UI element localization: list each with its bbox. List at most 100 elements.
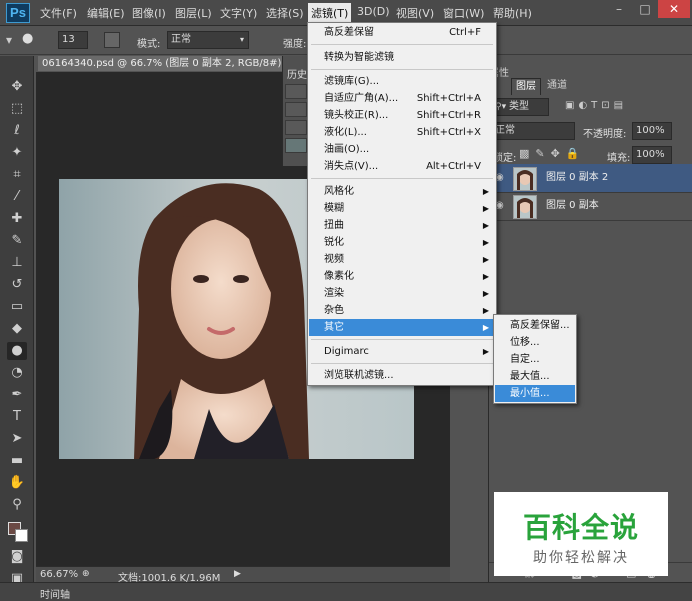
dodge-tool-icon[interactable]: ◔ xyxy=(7,364,27,382)
menu-item-label: 像素化 xyxy=(324,271,354,282)
brush-panel-icon[interactable] xyxy=(104,32,120,48)
menu-item-blur[interactable]: 模糊 ▶ xyxy=(309,200,495,217)
blur-tool-icon[interactable]: ● xyxy=(7,342,27,360)
maximize-icon[interactable]: □ xyxy=(632,0,658,18)
document-tab[interactable]: 06164340.psd @ 66.7% (图层 0 副本 2, RGB/8#)… xyxy=(38,56,282,71)
menu-help[interactable]: 帮助(H) xyxy=(493,5,532,21)
menu-item-liquify[interactable]: 液化(L)... Shift+Ctrl+X xyxy=(309,124,495,141)
menu-layer[interactable]: 图层(L) xyxy=(175,5,212,21)
tab-channels[interactable]: 通道 xyxy=(543,78,571,94)
layer-kind-filter[interactable]: ⚲▾ 类型 xyxy=(491,98,549,116)
lasso-tool-icon[interactable]: ℓ xyxy=(7,122,27,140)
move-tool-icon[interactable]: ✥ xyxy=(7,78,27,96)
menu-file[interactable]: 文件(F) xyxy=(40,5,77,21)
menu-view[interactable]: 视图(V) xyxy=(396,5,434,21)
paint-bucket-icon[interactable]: ◆ xyxy=(7,320,27,338)
menu-item-digimarc[interactable]: Digimarc ▶ xyxy=(309,343,495,360)
layer-filter-icons[interactable]: ▣◐T⊡▤ xyxy=(565,100,627,111)
menu-edit[interactable]: 编辑(E) xyxy=(87,5,125,21)
minimize-icon[interactable]: – xyxy=(606,0,632,18)
menu-item-oil-paint[interactable]: 油画(O)... xyxy=(309,141,495,158)
fill-input[interactable]: 100% xyxy=(632,146,672,164)
history-item[interactable] xyxy=(285,138,307,153)
submenu-item-high-pass[interactable]: 高反差保留... xyxy=(495,317,575,334)
menu-select[interactable]: 选择(S) xyxy=(266,5,304,21)
opacity-label: 不透明度: xyxy=(583,129,627,140)
menu-item-lens-correction[interactable]: 镜头校正(R)... Shift+Ctrl+R xyxy=(309,107,495,124)
zoom-level[interactable]: 66.67% xyxy=(40,569,78,580)
pen-tool-icon[interactable]: ✒ xyxy=(7,386,27,404)
hand-tool-icon[interactable]: ✋ xyxy=(7,474,27,492)
arrow-right-icon[interactable]: ▶ xyxy=(234,569,241,579)
timeline-label[interactable]: 时间轴 xyxy=(40,586,70,601)
status-menu-icon[interactable]: ⊕ xyxy=(82,569,90,579)
marquee-tool-icon[interactable]: ⬚ xyxy=(7,100,27,118)
tool-preset-icon[interactable]: ▾ xyxy=(6,33,20,47)
menu-shortcut: Shift+Ctrl+X xyxy=(416,127,481,138)
submenu-arrow-icon: ▶ xyxy=(482,221,489,230)
magic-wand-icon[interactable]: ✦ xyxy=(7,144,27,162)
eraser-tool-icon[interactable]: ▭ xyxy=(7,298,27,316)
menu-image[interactable]: 图像(I) xyxy=(132,5,166,21)
menu-item-vanishing-point[interactable]: 消失点(V)... Alt+Ctrl+V xyxy=(309,158,495,175)
layer-thumbnail xyxy=(513,195,537,219)
history-brush-icon[interactable]: ↺ xyxy=(7,276,27,294)
zoom-tool-icon[interactable]: ⚲ xyxy=(7,496,27,514)
menu-item-label: 视频 xyxy=(324,254,344,265)
mode-select[interactable]: 正常 ▾ xyxy=(167,31,249,49)
menu-item-noise[interactable]: 杂色 ▶ xyxy=(309,302,495,319)
mode-value: 正常 xyxy=(171,34,191,45)
menu-item-other[interactable]: 其它 ▶ xyxy=(309,319,495,336)
blend-mode-select[interactable]: 正常 xyxy=(491,122,575,140)
rectangle-tool-icon[interactable]: ▬ xyxy=(7,452,27,470)
layer-row[interactable]: ◉ 图层 0 副本 xyxy=(489,192,692,221)
submenu-arrow-icon: ▶ xyxy=(482,187,489,196)
history-item[interactable] xyxy=(285,120,307,135)
menu-item-last-filter[interactable]: 高反差保留 Ctrl+F xyxy=(309,24,495,41)
submenu-item-maximum[interactable]: 最大值... xyxy=(495,368,575,385)
menu-item-label: 锐化 xyxy=(324,237,344,248)
kind-label: 类型 xyxy=(508,101,529,112)
close-icon[interactable]: ✕ xyxy=(658,0,690,18)
menu-item-adaptive-wide-angle[interactable]: 自适应广角(A)... Shift+Ctrl+A xyxy=(309,90,495,107)
history-item[interactable] xyxy=(285,102,307,117)
type-tool-icon[interactable]: T xyxy=(7,408,27,426)
path-selection-icon[interactable]: ➤ xyxy=(7,430,27,448)
submenu-arrow-icon: ▶ xyxy=(482,323,489,332)
menu-type[interactable]: 文字(Y) xyxy=(220,5,257,21)
tab-layers[interactable]: 图层 xyxy=(511,78,541,95)
menu-item-render[interactable]: 渲染 ▶ xyxy=(309,285,495,302)
menu-3d[interactable]: 3D(D) xyxy=(357,5,390,18)
menu-separator xyxy=(311,363,493,364)
background-color-swatch[interactable] xyxy=(15,529,28,542)
healing-brush-icon[interactable]: ✚ xyxy=(7,210,27,228)
menu-filter[interactable]: 滤镜(T) xyxy=(308,3,352,23)
menu-item-stylize[interactable]: 风格化 ▶ xyxy=(309,183,495,200)
history-tab[interactable]: 历史 xyxy=(287,66,307,81)
menu-separator xyxy=(311,339,493,340)
menu-item-sharpen[interactable]: 锐化 ▶ xyxy=(309,234,495,251)
brush-size-picker[interactable]: 13 xyxy=(58,31,88,49)
filter-menu: 高反差保留 Ctrl+F 转换为智能滤镜 滤镜库(G)... 自适应广角(A)..… xyxy=(307,22,497,386)
menu-item-video[interactable]: 视频 ▶ xyxy=(309,251,495,268)
menu-item-convert-smart[interactable]: 转换为智能滤镜 xyxy=(309,49,495,66)
submenu-item-minimum[interactable]: 最小值... xyxy=(495,385,575,402)
lock-icons[interactable]: ▩✎✥🔒 xyxy=(519,147,586,160)
submenu-item-custom[interactable]: 自定... xyxy=(495,351,575,368)
crop-tool-icon[interactable]: ⌗ xyxy=(7,166,27,184)
layer-thumbnail xyxy=(513,167,537,191)
submenu-item-offset[interactable]: 位移... xyxy=(495,334,575,351)
menu-item-filter-gallery[interactable]: 滤镜库(G)... xyxy=(309,73,495,90)
quick-mask-icon[interactable]: ◙ xyxy=(7,548,27,566)
menu-window[interactable]: 窗口(W) xyxy=(443,5,484,21)
clone-stamp-icon[interactable]: ⊥ xyxy=(7,254,27,272)
brush-tool-icon[interactable]: ✎ xyxy=(7,232,27,250)
history-item[interactable] xyxy=(285,84,307,99)
eyedropper-tool-icon[interactable]: ⁄ xyxy=(7,188,27,206)
layer-row[interactable]: ◉ 图层 0 副本 2 xyxy=(489,164,692,193)
menu-item-browse-online[interactable]: 浏览联机滤镜... xyxy=(309,367,495,384)
opacity-input[interactable]: 100% xyxy=(632,122,672,140)
blend-mode-value: 正常 xyxy=(495,125,515,136)
menu-item-pixelate[interactable]: 像素化 ▶ xyxy=(309,268,495,285)
menu-item-distort[interactable]: 扭曲 ▶ xyxy=(309,217,495,234)
